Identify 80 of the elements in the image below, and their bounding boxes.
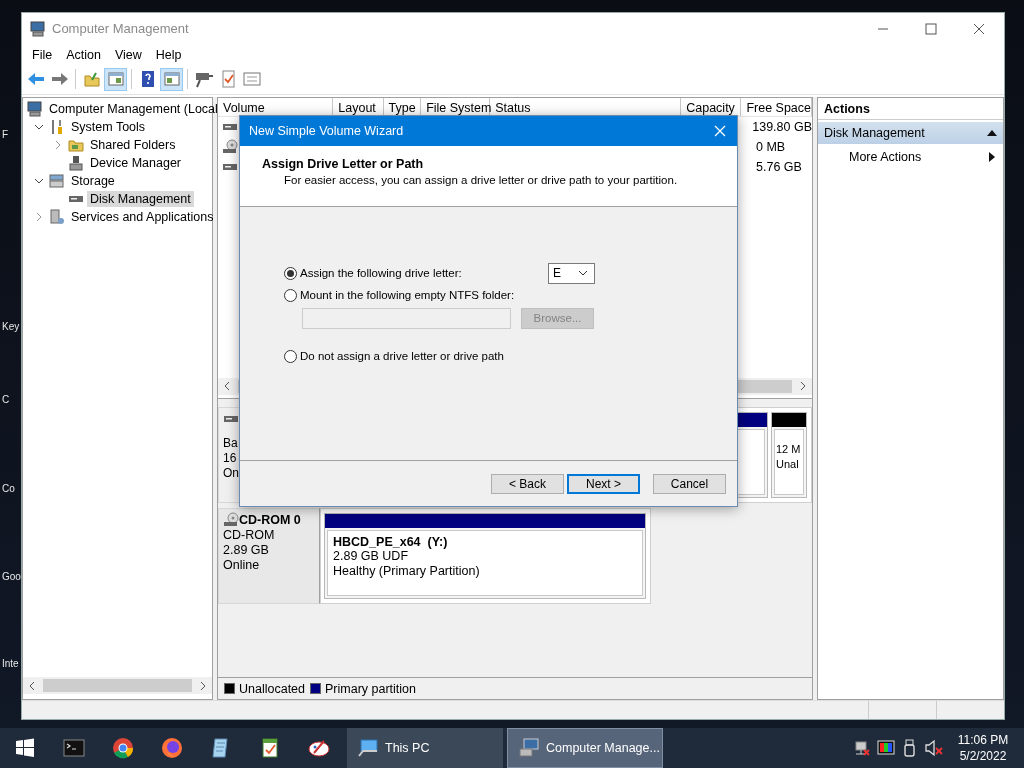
desktop-icon-label[interactable]: Key <box>2 321 20 332</box>
menu-item[interactable]: File <box>25 45 60 64</box>
partition-detail: 12 M <box>776 441 802 457</box>
tools-icon <box>49 118 65 135</box>
radio-option[interactable]: Do not assign a drive letter or drive path <box>284 349 504 363</box>
server-icon <box>49 208 65 225</box>
dialog-title: New Simple Volume Wizard <box>249 124 404 138</box>
actions-group-header[interactable]: Disk Management <box>818 121 1003 144</box>
desktop-icon-label[interactable]: Co <box>2 483 15 494</box>
color-square-icon[interactable] <box>877 739 895 757</box>
menu-item[interactable]: View <box>107 45 149 64</box>
window-title: Computer Management <box>52 21 189 37</box>
tree-item[interactable]: Disk Management <box>87 190 194 207</box>
radio-option[interactable]: Assign the following drive letter: <box>284 266 462 280</box>
partition-detail: 2.89 GB UDF <box>333 548 410 564</box>
device-icon <box>68 154 84 171</box>
partition-label: HBCD_PE_x64 (Y:) <box>333 534 449 549</box>
disk-detail: Online <box>223 557 261 573</box>
windows-logo-icon <box>14 738 35 758</box>
computer-icon <box>357 738 379 758</box>
desktop-icon-label[interactable]: F <box>2 129 9 140</box>
radio-option[interactable]: Mount in the following empty NTFS folder: <box>284 288 515 302</box>
dialog-heading: Assign Drive Letter or Path <box>262 157 425 171</box>
desktop-icon-label[interactable]: Inte <box>2 658 19 669</box>
drive-letter-dropdown[interactable]: E <box>548 262 595 284</box>
fox-icon <box>160 737 183 759</box>
submenu-arrow-icon <box>987 151 997 162</box>
toolbar-button[interactable] <box>104 67 127 91</box>
tree-item[interactable]: Computer Management (Local <box>46 100 221 117</box>
cd-drive-icon <box>223 511 239 528</box>
cd-drive-icon <box>222 138 238 155</box>
taskbar-window-button[interactable]: Computer Manage... <box>507 728 663 768</box>
panel-icon <box>106 70 125 89</box>
browser-icon <box>111 737 134 759</box>
network-icon[interactable] <box>853 739 871 757</box>
disk-detail: On <box>223 465 240 481</box>
panel-icon <box>162 70 181 89</box>
desktop-icon-label[interactable]: Goo <box>2 571 21 582</box>
disk-name: CD-ROM 0 <box>239 512 301 527</box>
legend-label: Unallocated <box>239 681 305 696</box>
tree-item[interactable]: Shared Folders <box>87 136 179 153</box>
tree-item[interactable]: Device Manager <box>87 154 184 171</box>
dialog-subtitle: For easier access, you can assign a drive letter or drive path to your partition. <box>283 174 679 186</box>
partition-detail: Healthy (Primary Partition) <box>333 563 481 579</box>
disk-detail: 16 <box>223 450 238 466</box>
folder-up-icon <box>82 70 101 89</box>
menu-item[interactable]: Help <box>148 45 189 64</box>
horizontal-scrollbar[interactable] <box>23 677 212 694</box>
menu-item[interactable]: Action <box>59 45 108 64</box>
toolbar-button[interactable] <box>160 67 183 91</box>
tree-item[interactable]: Storage <box>68 172 118 189</box>
actions-header: Actions <box>818 97 1003 120</box>
computer-management-icon <box>518 738 540 758</box>
dialog-button[interactable]: < Back <box>491 473 564 494</box>
clock[interactable]: 11:06 PM 5/2/2022 <box>950 732 1016 764</box>
disk-detail: 2.89 GB <box>223 542 270 558</box>
list-icon <box>242 70 261 89</box>
computer-icon <box>30 20 46 37</box>
legend-label: Primary partition <box>325 681 416 696</box>
connect-icon <box>194 70 213 89</box>
partition-detail: Unal <box>776 456 800 472</box>
partition-box[interactable]: HBCD_PE_x64 (Y:) 2.89 GB UDF Healthy (Primary Partition) <box>324 512 646 599</box>
disk-detail: CD-ROM <box>223 527 276 543</box>
tree-item[interactable]: Services and Applications <box>68 208 217 225</box>
taskbar-window-button[interactable]: This PC <box>347 728 503 768</box>
column-header[interactable]: Free Space <box>741 97 812 116</box>
desktop-icon-label[interactable]: C <box>2 394 10 405</box>
disk-detail: Ba <box>223 435 239 451</box>
table-cell-text: 139.80 GB <box>751 119 812 134</box>
dialog-button[interactable]: Next > <box>567 473 640 494</box>
partition-box[interactable]: 12 M Unal <box>771 411 807 498</box>
storage-icon <box>49 172 65 189</box>
tree-item[interactable]: System Tools <box>68 118 149 135</box>
table-cell-text: 0 MB <box>755 139 787 154</box>
dialog-button[interactable]: Cancel <box>653 473 726 494</box>
muted-speaker-icon[interactable] <box>925 739 943 757</box>
actions-link[interactable]: More Actions <box>818 145 1003 168</box>
computer-icon <box>27 100 43 117</box>
terminal-icon <box>62 737 85 759</box>
table-cell-text: 5.76 GB <box>755 159 803 174</box>
